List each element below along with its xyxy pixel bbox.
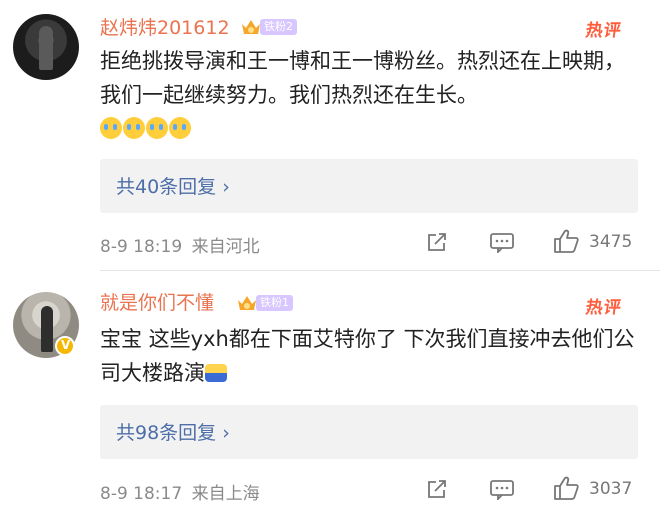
roadshow-emoji	[205, 364, 227, 382]
username[interactable]: 就是你们不懂	[100, 291, 214, 315]
timestamp: 8-9 18:17	[100, 484, 183, 504]
crying-emoji	[123, 117, 145, 139]
replies-link[interactable]: 共40条回复 ›	[100, 159, 638, 213]
share-icon[interactable]	[426, 231, 448, 253]
comment-meta: 8-9 18:17 来自上海	[100, 479, 260, 504]
fan-badge-label: 铁粉2	[260, 19, 297, 35]
fan-badge[interactable]: 铁粉1	[236, 292, 293, 314]
share-icon[interactable]	[426, 478, 448, 500]
fan-badge-label: 铁粉1	[256, 295, 293, 311]
comment-text-body: 宝宝 这些yxh都在下面艾特你了 下次我们直接冲去他们公司大楼路演	[100, 327, 635, 385]
crying-emoji	[146, 117, 168, 139]
comment-meta: 8-9 18:19 来自河北	[100, 232, 260, 257]
replies-link[interactable]: 共98条回复 ›	[100, 405, 638, 459]
replies-label: 共98条回复 ›	[116, 422, 230, 444]
comment-icon[interactable]	[489, 478, 515, 500]
location: 来自上海	[191, 484, 260, 504]
crying-emoji	[169, 117, 191, 139]
thumbs-up-icon[interactable]	[552, 228, 580, 254]
like-count: 3475	[589, 232, 633, 252]
comment-text: 拒绝挑拨导演和王一博和王一博粉丝。热烈还在上映期，我们一起继续努力。我们热烈还在…	[100, 44, 640, 146]
replies-label: 共40条回复 ›	[116, 176, 230, 198]
crying-emoji	[100, 117, 122, 139]
divider	[100, 270, 660, 271]
hot-comment-tag: 热评	[584, 298, 624, 318]
comment-icon[interactable]	[489, 231, 515, 253]
location: 来自河北	[191, 237, 260, 257]
username[interactable]: 赵炜炜201612	[100, 16, 230, 40]
avatar[interactable]	[13, 14, 79, 80]
comment-text: 宝宝 这些yxh都在下面艾特你了 下次我们直接冲去他们公司大楼路演	[100, 322, 640, 390]
verified-badge-icon	[55, 336, 75, 356]
timestamp: 8-9 18:19	[100, 237, 183, 257]
like-count: 3037	[589, 479, 633, 499]
crown-icon	[240, 17, 262, 37]
hot-comment-tag: 热评	[584, 21, 624, 41]
crown-icon	[236, 293, 258, 313]
thumbs-up-icon[interactable]	[552, 475, 580, 501]
fan-badge[interactable]: 铁粉2	[240, 16, 297, 38]
comment-text-body: 拒绝挑拨导演和王一博和王一博粉丝。热烈还在上映期，我们一起继续努力。我们热烈还在…	[100, 49, 625, 107]
